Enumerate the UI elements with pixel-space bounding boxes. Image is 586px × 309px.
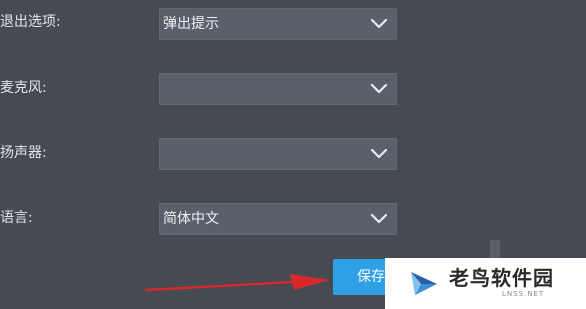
microphone-select[interactable] xyxy=(159,73,397,105)
speaker-label: 扬声器: xyxy=(0,145,47,161)
watermark-title: 老鸟软件园 xyxy=(449,266,554,290)
microphone-label: 麦克风: xyxy=(0,80,47,96)
language-select[interactable]: 简体中文 xyxy=(159,203,397,235)
chevron-down-icon xyxy=(370,83,388,94)
chevron-down-icon xyxy=(370,18,388,29)
exit-option-value: 弹出提示 xyxy=(163,16,219,32)
red-arrow-annotation xyxy=(144,274,330,292)
speaker-select[interactable] xyxy=(159,138,397,170)
save-button-label: 保存 xyxy=(357,269,385,285)
exit-option-label: 退出选项: xyxy=(0,14,61,30)
language-label: 语言: xyxy=(0,210,33,226)
bird-logo-icon xyxy=(411,272,437,295)
watermark: 老鸟软件园 LNSS.NET xyxy=(385,258,586,309)
exit-option-select[interactable]: 弹出提示 xyxy=(159,8,397,40)
scroll-thumb xyxy=(490,240,500,258)
chevron-down-icon xyxy=(370,148,388,159)
watermark-subtitle: LNSS.NET xyxy=(502,290,545,298)
language-value: 简体中文 xyxy=(163,211,219,227)
chevron-down-icon xyxy=(370,213,388,224)
